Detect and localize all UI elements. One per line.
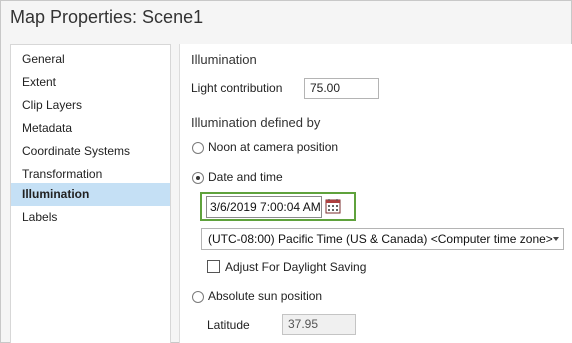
daylight-saving-label: Adjust For Daylight Saving	[225, 260, 367, 274]
sidebar-item-extent[interactable]: Extent	[11, 71, 170, 94]
latitude-input[interactable]: 37.95	[282, 314, 356, 335]
sidebar-item-labels[interactable]: Labels	[11, 206, 170, 229]
radio-date-and-time[interactable]	[192, 172, 204, 184]
date-time-input[interactable]: 3/6/2019 7:00:04 AM	[206, 196, 322, 218]
light-contribution-label: Light contribution	[191, 81, 283, 95]
timezone-value: (UTC-08:00) Pacific Time (US & Canada) <…	[208, 232, 553, 246]
radio-absolute-sun-position[interactable]	[192, 291, 204, 303]
sidebar-item-metadata[interactable]: Metadata	[11, 117, 170, 140]
radio-date-time-label: Date and time	[208, 170, 283, 184]
calendar-icon[interactable]	[325, 198, 341, 214]
map-properties-dialog: Map Properties: Scene1 General Extent Cl…	[0, 0, 572, 343]
light-contribution-input[interactable]: 75.00	[304, 78, 379, 99]
latitude-label: Latitude	[207, 318, 250, 332]
section-title-illumination: Illumination	[191, 52, 257, 67]
sidebar-item-illumination[interactable]: Illumination	[11, 183, 170, 206]
section-title-defined-by: Illumination defined by	[191, 115, 321, 130]
timezone-dropdown[interactable]: (UTC-08:00) Pacific Time (US & Canada) <…	[201, 228, 564, 250]
sidebar: General Extent Clip Layers Metadata Coor…	[10, 44, 171, 343]
radio-absolute-label: Absolute sun position	[208, 289, 323, 303]
sidebar-item-clip-layers[interactable]: Clip Layers	[11, 94, 170, 117]
sidebar-item-coordinate-systems[interactable]: Coordinate Systems	[11, 140, 170, 163]
daylight-saving-checkbox[interactable]	[207, 260, 220, 273]
illumination-panel: Illumination Light contribution 75.00 Il…	[180, 44, 572, 343]
title-bar: Map Properties: Scene1	[1, 1, 571, 37]
radio-noon-at-camera[interactable]	[192, 142, 204, 154]
dialog-title: Map Properties: Scene1	[10, 7, 204, 27]
chevron-down-icon	[553, 237, 559, 241]
radio-noon-label: Noon at camera position	[208, 140, 339, 154]
sidebar-item-general[interactable]: General	[11, 48, 170, 71]
